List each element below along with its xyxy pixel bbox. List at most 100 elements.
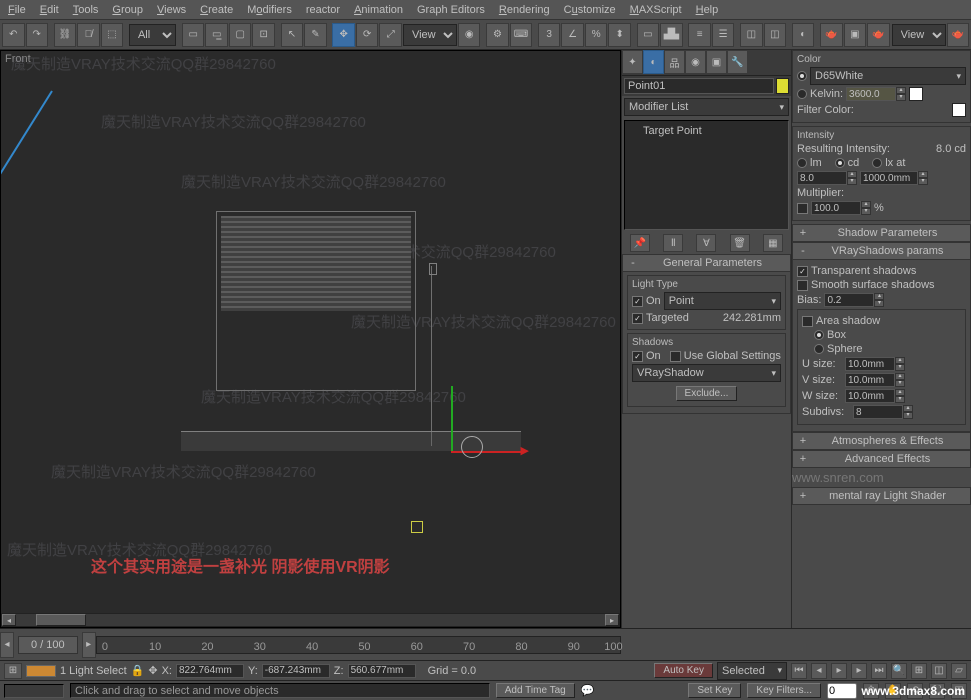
goto-end-icon[interactable]: ⏭: [871, 663, 887, 679]
setkey-button[interactable]: Set Key: [688, 683, 741, 698]
time-slider-thumb[interactable]: 0 / 100: [18, 636, 78, 654]
atmospheres-rollup[interactable]: +Atmospheres & Effects: [792, 432, 971, 450]
add-time-tag[interactable]: Add Time Tag: [496, 683, 575, 698]
targeted-checkbox[interactable]: ✓: [632, 313, 643, 324]
spinner-snap-icon[interactable]: ⬍: [608, 23, 631, 47]
undo-icon[interactable]: ↶: [2, 23, 25, 47]
filter-color-swatch[interactable]: [952, 103, 966, 117]
advanced-effects-rollup[interactable]: +Advanced Effects: [792, 450, 971, 468]
exclude-button[interactable]: Exclude...: [676, 386, 738, 401]
menu-rendering[interactable]: Rendering: [493, 2, 556, 18]
zoom-extents-icon[interactable]: ◫: [931, 663, 947, 679]
wsize-field[interactable]: [845, 389, 895, 403]
subdivs-field[interactable]: [853, 405, 903, 419]
timeline-left-icon[interactable]: ◂: [0, 632, 14, 658]
fov-icon[interactable]: ▱: [951, 663, 967, 679]
timeline-right-icon[interactable]: ▸: [82, 632, 96, 658]
menu-tools[interactable]: Tools: [67, 2, 105, 18]
general-params-rollup[interactable]: -General Parameters: [622, 254, 791, 272]
render-frame-icon[interactable]: ▣: [844, 23, 867, 47]
z-field[interactable]: [348, 664, 416, 678]
motion-tab-icon[interactable]: ◉: [685, 50, 706, 74]
percent-snap-icon[interactable]: %: [585, 23, 608, 47]
named-sel-icon[interactable]: ▭: [637, 23, 660, 47]
pivot-icon[interactable]: ◉: [458, 23, 481, 47]
configure-icon[interactable]: ▦: [763, 234, 783, 252]
curve-editor-icon[interactable]: ◫: [740, 23, 763, 47]
remove-mod-icon[interactable]: 🗑: [730, 234, 750, 252]
menu-animation[interactable]: Animation: [348, 2, 409, 18]
angle-snap-icon[interactable]: ∠: [561, 23, 584, 47]
object-color-swatch[interactable]: [776, 78, 789, 94]
intensity-field[interactable]: [797, 171, 847, 185]
window-crossing-icon[interactable]: ⊡: [252, 23, 275, 47]
trackbar-toggle-icon[interactable]: ⊞: [4, 663, 22, 679]
goto-start-icon[interactable]: ⏮: [791, 663, 807, 679]
select-object-icon[interactable]: ↖: [281, 23, 304, 47]
select-region-icon[interactable]: ▢: [229, 23, 252, 47]
key-mode-dropdown[interactable]: Selected: [717, 662, 787, 680]
create-tab-icon[interactable]: ✦: [622, 50, 643, 74]
time-ruler[interactable]: 0 10 20 30 40 50 60 70 80 90 100: [96, 636, 621, 654]
menu-customize[interactable]: Customize: [558, 2, 622, 18]
sphere-radio[interactable]: [814, 344, 824, 354]
next-frame-icon[interactable]: ▸: [851, 663, 867, 679]
manip-icon[interactable]: ⚙: [486, 23, 509, 47]
rotate-icon[interactable]: ⟳: [356, 23, 379, 47]
unlink-icon[interactable]: ⛓̸: [77, 23, 100, 47]
selection-filter[interactable]: All: [129, 24, 176, 46]
light-on-checkbox[interactable]: ✓: [632, 296, 643, 307]
y-field[interactable]: [262, 664, 330, 678]
modifier-stack[interactable]: Target Point: [624, 120, 789, 230]
align-icon[interactable]: ≡: [688, 23, 711, 47]
box-radio[interactable]: [814, 330, 824, 340]
light-source-gizmo[interactable]: [461, 436, 483, 458]
x-field[interactable]: [176, 664, 244, 678]
render-icon[interactable]: 🫖: [947, 23, 970, 47]
prev-frame-icon[interactable]: ◂: [811, 663, 827, 679]
zoom-icon[interactable]: 🔍: [891, 663, 907, 679]
menu-reactor[interactable]: reactor: [300, 2, 346, 18]
kelvin-swatch[interactable]: [909, 87, 923, 101]
menu-modifiers[interactable]: Modifiers: [241, 2, 298, 18]
lock-icon[interactable]: 🔒: [131, 664, 145, 677]
redo-icon[interactable]: ↷: [26, 23, 49, 47]
hierarchy-tab-icon[interactable]: 品: [664, 50, 685, 74]
kelvin-field[interactable]: [846, 87, 896, 101]
viewport-scrollbar[interactable]: ◂▸: [1, 613, 620, 627]
object-name-field[interactable]: [624, 78, 774, 94]
color-preset-dropdown[interactable]: D65White: [810, 67, 966, 85]
menu-edit[interactable]: Edit: [34, 2, 65, 18]
bind-icon[interactable]: ⬚: [101, 23, 124, 47]
viewport-front[interactable]: Front 魔天制造VRAY技术交流QQ群29842760 魔天制造VRAY技术…: [0, 50, 621, 628]
shadow-type-dropdown[interactable]: VRayShadow: [632, 364, 781, 382]
select-icon[interactable]: ▭: [182, 23, 205, 47]
intensity-dist-field[interactable]: [860, 171, 918, 185]
render-view-select[interactable]: View: [892, 24, 946, 46]
keyboard-icon[interactable]: ⌨: [510, 23, 533, 47]
color-preset-radio[interactable]: [797, 71, 807, 81]
menu-group[interactable]: Group: [106, 2, 149, 18]
unique-icon[interactable]: ∀: [696, 234, 716, 252]
current-frame-field[interactable]: [827, 683, 857, 699]
bias-field[interactable]: [824, 293, 874, 307]
vray-shadows-rollup[interactable]: -VRayShadows params: [792, 242, 971, 260]
use-global-checkbox[interactable]: [670, 351, 681, 362]
modify-tab-icon[interactable]: ◐: [643, 50, 664, 74]
render-prod-icon[interactable]: 🫖: [867, 23, 890, 47]
snap-toggle-icon[interactable]: 3: [538, 23, 561, 47]
modifier-list-dropdown[interactable]: Modifier List: [624, 98, 789, 116]
menu-create[interactable]: Create: [194, 2, 239, 18]
vsize-field[interactable]: [845, 373, 895, 387]
key-filters-button[interactable]: Key Filters...: [747, 683, 821, 698]
link-icon[interactable]: ⛓: [54, 23, 77, 47]
lxat-radio[interactable]: [872, 158, 882, 168]
shadow-params-rollup[interactable]: +Shadow Parameters: [792, 224, 971, 242]
cd-radio[interactable]: [835, 158, 845, 168]
multiplier-field[interactable]: [811, 201, 861, 215]
menu-graph[interactable]: Graph Editors: [411, 2, 491, 18]
menu-views[interactable]: Views: [151, 2, 192, 18]
mirror-icon[interactable]: ▟▙: [660, 23, 683, 47]
material-editor-icon[interactable]: ◐: [792, 23, 815, 47]
light-type-dropdown[interactable]: Point: [664, 292, 781, 310]
